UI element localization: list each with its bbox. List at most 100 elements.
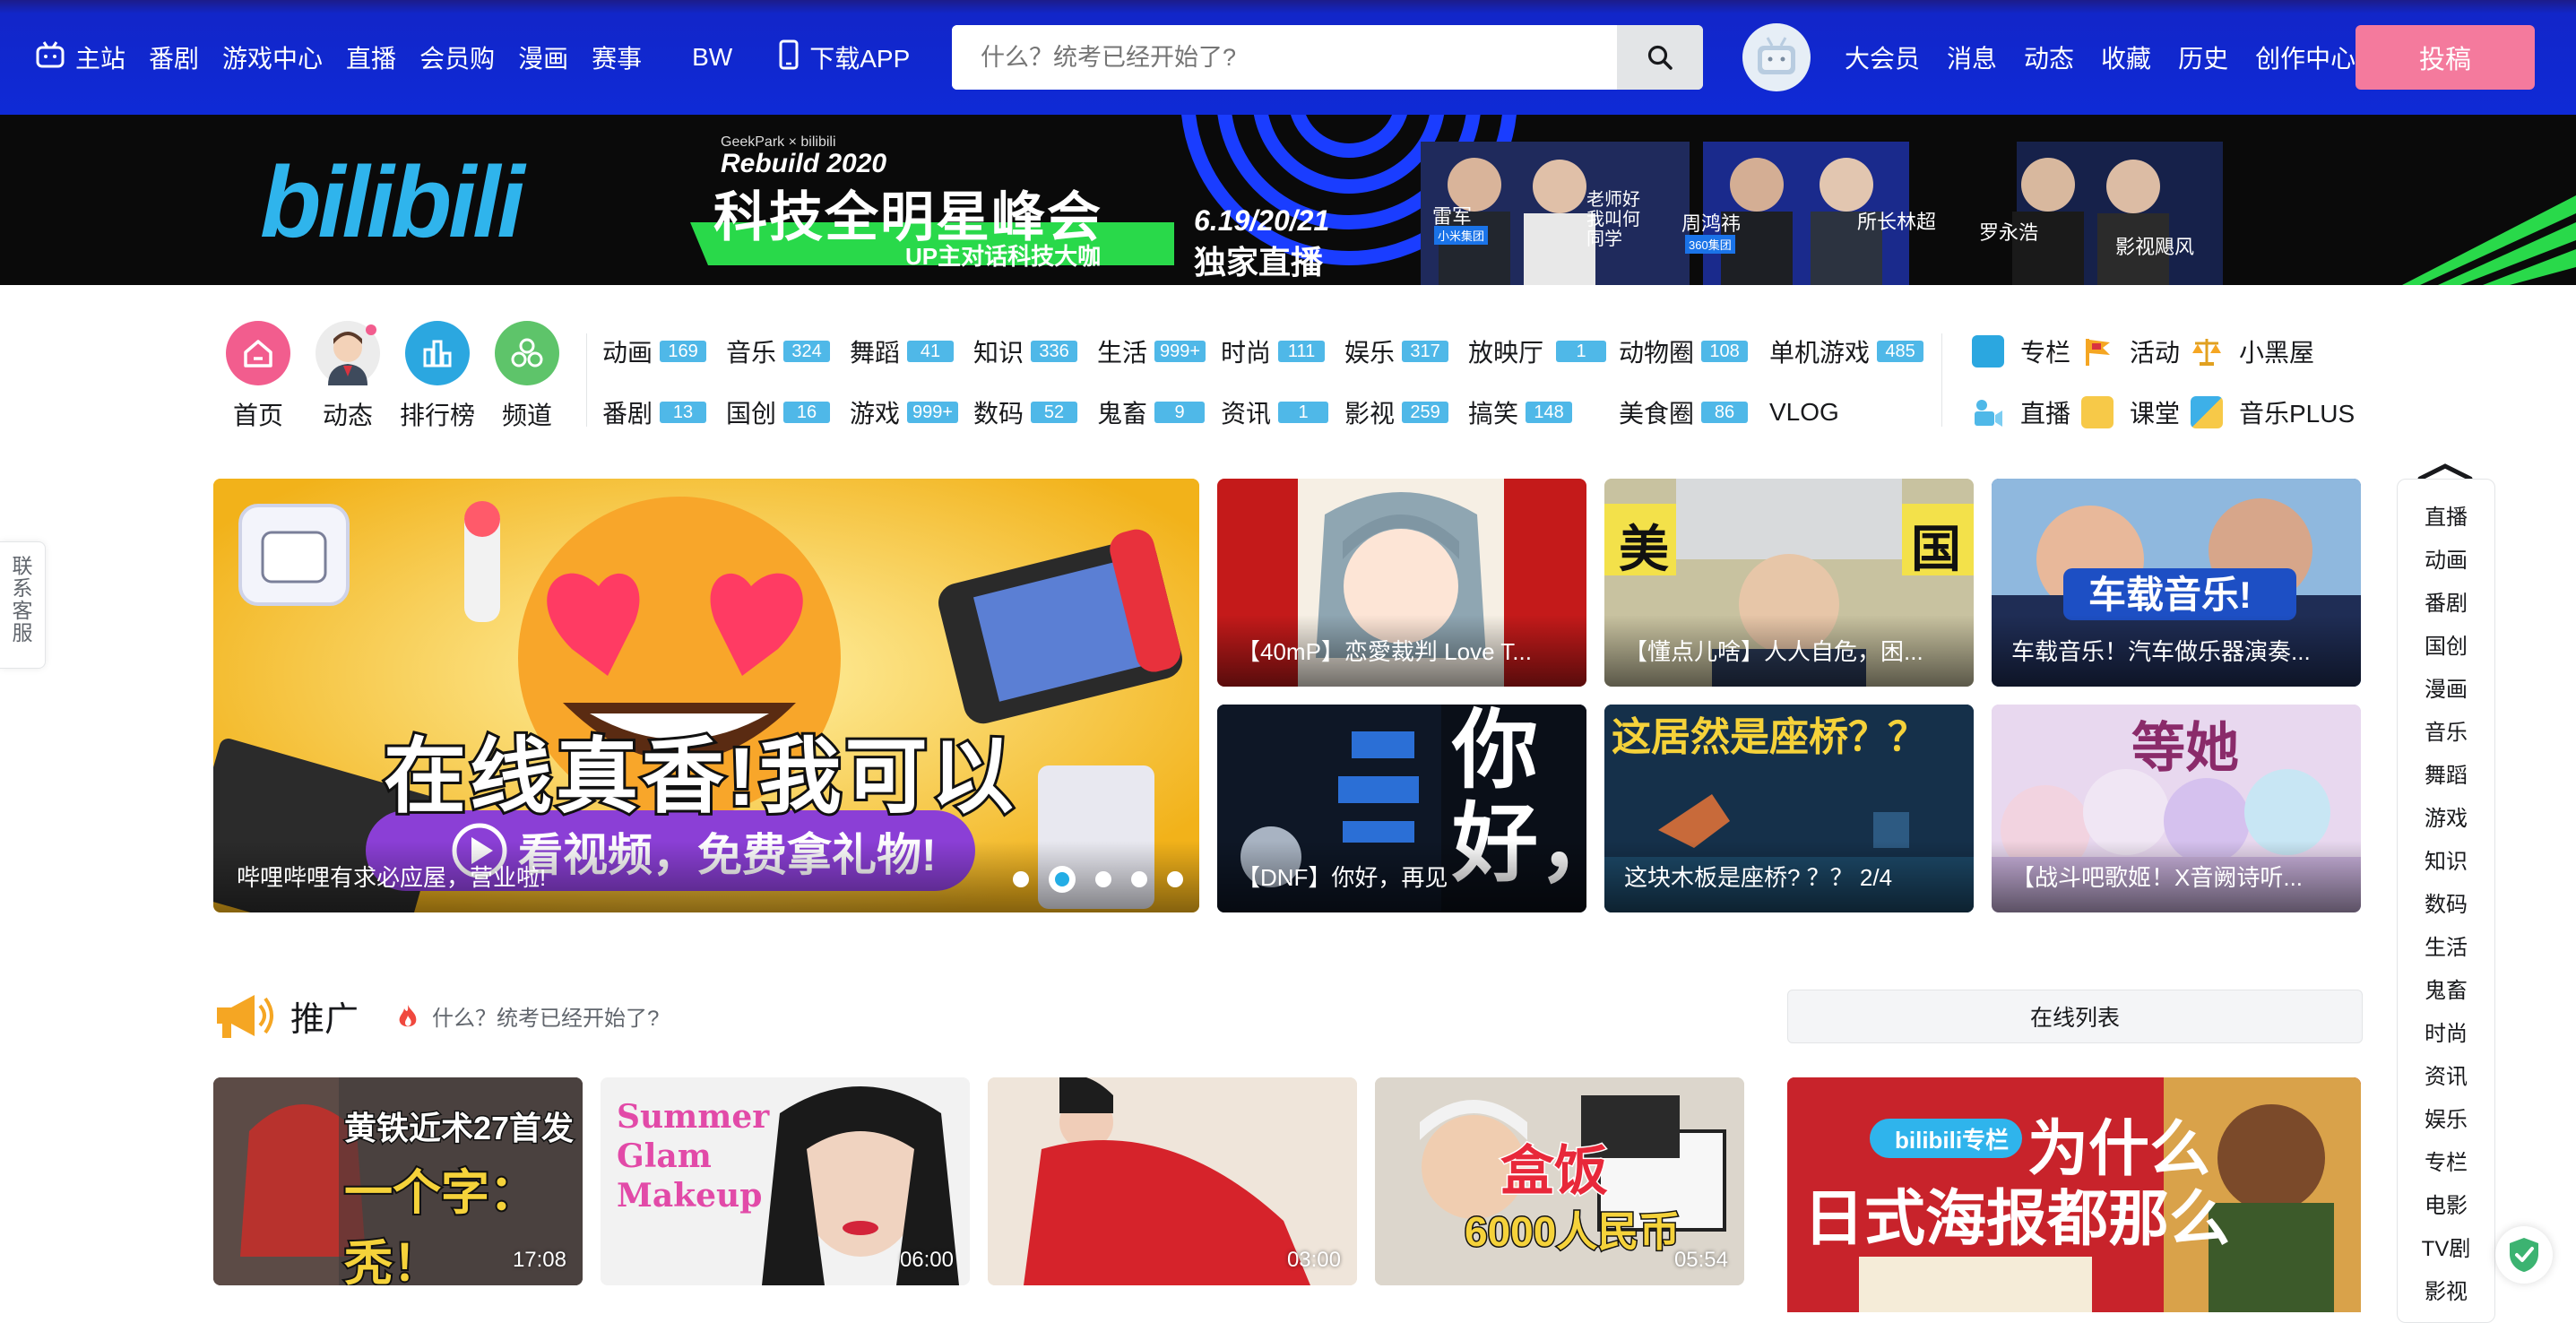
carousel[interactable]: 在线真香!我可以 看视频，免费拿礼物! 哔哩哔哩有求必应屋，营业啦! (213, 479, 1199, 912)
tool-blackroom[interactable]: 小黑屋 (2191, 333, 2314, 369)
nav-item-messages[interactable]: 消息 (1947, 39, 1997, 75)
nav-home[interactable]: 首页 (213, 396, 303, 432)
zone-label: 动物圈 (1619, 339, 1695, 367)
side-nav-item[interactable]: 游戏 (2398, 800, 2494, 832)
nav-item-esports[interactable]: 赛事 (592, 39, 642, 75)
side-nav-item[interactable]: 时尚 (2398, 1016, 2494, 1047)
zone-vlog[interactable]: VLOG (1769, 394, 1839, 430)
carousel-dot-active[interactable] (1049, 866, 1076, 893)
zone-life[interactable]: 生活 999+ (1097, 333, 1206, 369)
nav-item-manga[interactable]: 漫画 (518, 39, 568, 75)
side-nav-item[interactable]: 音乐 (2398, 714, 2494, 746)
nav-dynamics[interactable]: 动态 (303, 396, 393, 432)
zone-news[interactable]: 资讯 1 (1221, 394, 1329, 430)
side-nav-item[interactable]: TV剧 (2398, 1231, 2494, 1262)
side-nav-item[interactable]: 舞蹈 (2398, 757, 2494, 789)
video-title: 车载音乐！汽车做乐器演奏... (1992, 615, 2361, 687)
featured-video-card[interactable]: 美 国 【懂点儿啥】人人自危，困... (1604, 479, 1974, 687)
zone-film-tv[interactable]: 影视 259 (1344, 394, 1449, 430)
contact-support-tab[interactable]: 联系客服 (0, 541, 46, 669)
tool-activity[interactable]: 活动 (2081, 333, 2180, 369)
carousel-dot[interactable] (1013, 871, 1029, 887)
zone-label: 鬼畜 (1097, 400, 1148, 428)
zone-kichiku[interactable]: 鬼畜 9 (1097, 394, 1206, 430)
side-nav-item[interactable]: 娱乐 (2398, 1102, 2494, 1133)
zone-music[interactable]: 音乐 324 (726, 333, 831, 369)
nav-item-vip[interactable]: 大会员 (1845, 39, 1920, 75)
nav-item-dynamics[interactable]: 动态 (2024, 39, 2074, 75)
upload-button[interactable]: 投稿 (2356, 25, 2535, 90)
ad-badge-text: bilibili专栏 (1895, 1127, 2010, 1154)
side-nav-item[interactable]: 电影 (2398, 1188, 2494, 1219)
side-nav-item[interactable]: 漫画 (2398, 671, 2494, 703)
nav-item-creator-center[interactable]: 创作中心 (2255, 39, 2356, 75)
hot-search-tip[interactable]: 什么？统考已经开始了? (396, 1000, 659, 1032)
nav-item-favorites[interactable]: 收藏 (2101, 39, 2151, 75)
featured-video-card[interactable]: 【40mP】恋愛裁判 Love T... (1217, 479, 1586, 687)
channel-icon[interactable] (495, 321, 559, 385)
zone-dance[interactable]: 舞蹈 41 (850, 333, 955, 369)
nav-item-bangumi[interactable]: 番剧 (149, 39, 199, 75)
nav-item-mall[interactable]: 会员购 (419, 39, 495, 75)
side-nav-item[interactable]: 生活 (2398, 930, 2494, 961)
tool-column[interactable]: 专栏 (1972, 333, 2070, 369)
nav-item-download-app[interactable]: 下载APP (779, 39, 910, 76)
side-nav-item[interactable]: 影视 (2398, 1274, 2494, 1305)
nav-channel[interactable]: 频道 (482, 396, 572, 432)
promo-video-card[interactable]: Summer Glam Makeup 06:00 (601, 1077, 970, 1285)
tv-mascot-icon (1758, 37, 1795, 74)
user-avatar[interactable] (1742, 23, 1811, 91)
zone-animals[interactable]: 动物圈 108 (1619, 333, 1749, 369)
featured-video-card[interactable]: 车载音乐! 车载音乐！汽车做乐器演奏... (1992, 479, 2361, 687)
featured-video-card[interactable]: 你好， 【DNF】你好，再见 (1217, 705, 1586, 912)
carousel-dot[interactable] (1131, 871, 1147, 887)
nav-ranking[interactable]: 排行榜 (393, 396, 482, 432)
nav-item-bw[interactable]: BW (692, 43, 732, 72)
header-banner[interactable]: bilibili GeekPark × bilibili Rebuild 202… (0, 115, 2576, 285)
side-nav-item[interactable]: 专栏 (2398, 1145, 2494, 1176)
zone-food[interactable]: 美食圈 86 (1619, 394, 1749, 430)
ranking-icon[interactable] (405, 321, 470, 385)
zone-digital[interactable]: 数码 52 (973, 394, 1078, 430)
zone-single-player-games[interactable]: 单机游戏 485 (1769, 333, 1924, 369)
tool-live[interactable]: 直播 (1972, 394, 2070, 430)
home-icon[interactable] (226, 321, 290, 385)
promo-ad-card[interactable]: bilibili专栏 为什么 日式海报都那么 (1787, 1077, 2361, 1312)
zone-animation[interactable]: 动画 169 (602, 333, 707, 369)
search-input[interactable] (952, 25, 1617, 90)
online-list-button[interactable]: 在线列表 (1787, 990, 2363, 1043)
side-nav-item[interactable]: 动画 (2398, 542, 2494, 574)
security-shield-button[interactable] (2495, 1226, 2553, 1284)
nav-item-live[interactable]: 直播 (346, 39, 396, 75)
zone-guochuang[interactable]: 国创 16 (726, 394, 831, 430)
carousel-dot[interactable] (1095, 871, 1111, 887)
zone-label: 国创 (726, 400, 777, 428)
nav-item-game-center[interactable]: 游戏中心 (222, 39, 323, 75)
carousel-dot[interactable] (1167, 871, 1183, 887)
zone-entertainment[interactable]: 娱乐 317 (1344, 333, 1449, 369)
tool-music-plus[interactable]: 音乐PLUS (2191, 394, 2355, 430)
side-nav-item[interactable]: 资讯 (2398, 1059, 2494, 1090)
zone-bangumi[interactable]: 番剧 13 (602, 394, 707, 430)
side-nav-item[interactable]: 数码 (2398, 886, 2494, 918)
featured-video-card[interactable]: 这居然是座桥？？ 这块木板是座桥? ？？ 2/4 (1604, 705, 1974, 912)
avatar-icon[interactable] (316, 321, 380, 385)
zone-knowledge[interactable]: 知识 336 (973, 333, 1078, 369)
promo-video-card[interactable]: 03:00 (988, 1077, 1357, 1285)
side-nav-item[interactable]: 知识 (2398, 843, 2494, 875)
zone-cinema[interactable]: 放映厅 1 (1468, 333, 1607, 369)
side-nav-item[interactable]: 直播 (2398, 499, 2494, 531)
side-nav-item[interactable]: 国创 (2398, 628, 2494, 660)
search-button[interactable] (1617, 25, 1703, 90)
nav-item-history[interactable]: 历史 (2178, 39, 2228, 75)
nav-item-main-site[interactable]: 主站 (36, 39, 125, 75)
side-nav-item[interactable]: 番剧 (2398, 585, 2494, 617)
featured-video-card[interactable]: 等她 【战斗吧歌姬！X音阙诗听... (1992, 705, 2361, 912)
zone-games[interactable]: 游戏 999+ (850, 394, 959, 430)
tool-classroom[interactable]: 课堂 (2081, 394, 2180, 430)
side-nav-item[interactable]: 鬼畜 (2398, 973, 2494, 1004)
promo-video-card[interactable]: 黄铁近术27首发 一个字：秃！ 17:08 (213, 1077, 583, 1285)
promo-video-card[interactable]: 盒饭 6000人民币 05:54 (1375, 1077, 1744, 1285)
zone-fashion[interactable]: 时尚 111 (1221, 333, 1326, 369)
zone-comedy[interactable]: 搞笑 148 (1468, 394, 1573, 430)
